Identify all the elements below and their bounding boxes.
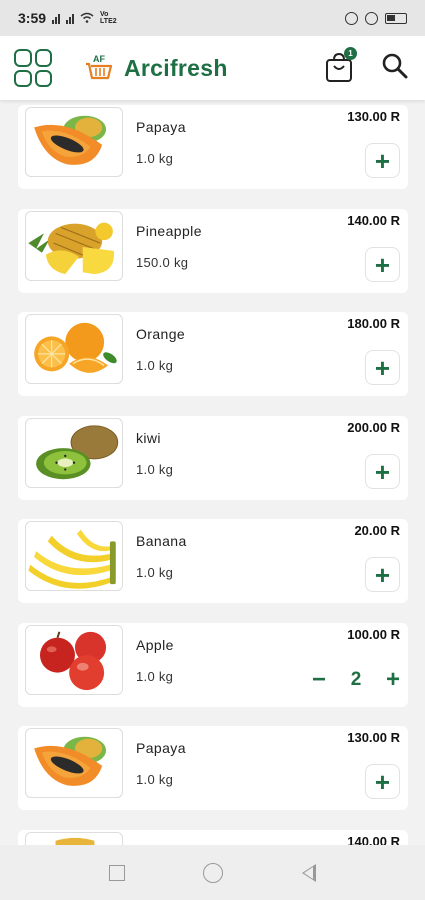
product-image: [25, 625, 123, 695]
quantity-value: 2: [350, 669, 362, 690]
cart-count-badge: 1: [344, 47, 357, 60]
sync-icon: [365, 11, 378, 25]
status-time: 3:59: [18, 10, 47, 26]
banana-image: [28, 529, 116, 589]
product-image: [25, 211, 123, 281]
product-image: [25, 107, 123, 177]
product-card[interactable]: kiwi 1.0 kg 200.00 R +: [18, 416, 408, 500]
alarm-icon: [345, 11, 358, 25]
product-card[interactable]: Apple 1.0 kg 100.00 R − 2 +: [18, 623, 408, 707]
product-card[interactable]: Orange 1.0 kg 180.00 R +: [18, 312, 408, 396]
product-name: kiwi: [136, 430, 161, 446]
papaya-image: [34, 736, 107, 786]
kiwi-image: [36, 425, 119, 480]
decrease-quantity-button[interactable]: −: [308, 668, 330, 692]
search-icon: [382, 53, 408, 79]
product-weight: 1.0 kg: [136, 358, 174, 373]
status-left: 3:59 Vo LTE2: [18, 10, 117, 26]
app-title: Arcifresh: [124, 54, 228, 81]
product-price: 140.00 R: [347, 213, 400, 228]
product-price: 200.00 R: [347, 420, 400, 435]
add-to-cart-button[interactable]: +: [365, 764, 400, 799]
add-to-cart-button[interactable]: +: [365, 454, 400, 489]
product-weight: 1.0 kg: [136, 669, 174, 684]
product-weight: 1.0 kg: [136, 151, 174, 166]
product-name: Papaya: [136, 740, 186, 756]
product-price: 130.00 R: [347, 109, 400, 124]
product-card[interactable]: Papaya 1.0 kg 130.00 R +: [18, 105, 408, 189]
product-weight: 150.0 kg: [136, 255, 189, 270]
product-price: 20.00 R: [354, 523, 400, 538]
recent-apps-icon[interactable]: [109, 864, 126, 881]
product-price: 100.00 R: [347, 627, 400, 642]
battery-icon: [385, 12, 407, 24]
product-name: Banana: [136, 533, 187, 549]
network-label: Vo LTE2: [100, 11, 117, 25]
system-nav-bar: [0, 845, 425, 900]
pineapple-image: [55, 837, 95, 845]
product-name: Apple: [136, 637, 174, 653]
add-to-cart-button[interactable]: +: [365, 557, 400, 592]
wifi-icon: [80, 11, 94, 26]
product-price: 140.00 R: [347, 834, 400, 845]
back-icon[interactable]: [301, 863, 316, 882]
product-card[interactable]: Papaya 1.0 kg 130.00 R +: [18, 726, 408, 810]
product-image: [25, 314, 123, 384]
product-image: [25, 832, 123, 845]
product-name: Papaya: [136, 119, 186, 135]
product-image: [25, 418, 123, 488]
status-right: [345, 11, 407, 25]
signal-icon: [66, 13, 75, 24]
product-card[interactable]: 140.00 R: [18, 830, 408, 845]
pineapple-image: [28, 222, 114, 275]
product-weight: 1.0 kg: [136, 772, 174, 787]
add-to-cart-button[interactable]: +: [365, 143, 400, 178]
product-list: Papaya 1.0 kg 130.00 R + Pineapple 150.0…: [0, 100, 425, 845]
product-image: [25, 521, 123, 591]
quantity-stepper: − 2 +: [308, 667, 404, 693]
brand: AF Arcifresh: [84, 53, 228, 83]
add-to-cart-button[interactable]: +: [365, 350, 400, 385]
product-weight: 1.0 kg: [136, 462, 174, 477]
cart-button[interactable]: 1: [324, 47, 357, 84]
papaya-image: [34, 115, 107, 165]
home-icon[interactable]: [203, 862, 224, 883]
app-header: AF Arcifresh 1: [0, 36, 425, 100]
search-button[interactable]: [381, 52, 411, 82]
product-price: 130.00 R: [347, 730, 400, 745]
orange-image: [34, 322, 117, 373]
add-to-cart-button[interactable]: +: [365, 247, 400, 282]
apple-image: [40, 631, 107, 691]
product-image: [25, 728, 123, 798]
product-name: Pineapple: [136, 223, 202, 239]
basket-logo-icon: AF: [86, 54, 113, 80]
product-price: 180.00 R: [347, 316, 400, 331]
grid-menu-icon[interactable]: [14, 49, 52, 87]
product-card[interactable]: Banana 1.0 kg 20.00 R +: [18, 519, 408, 603]
increase-quantity-button[interactable]: +: [382, 668, 404, 692]
product-name: Orange: [136, 326, 186, 342]
signal-icon: [52, 13, 61, 24]
product-weight: 1.0 kg: [136, 565, 174, 580]
product-card[interactable]: Pineapple 150.0 kg 140.00 R +: [18, 209, 408, 293]
status-bar: 3:59 Vo LTE2: [0, 0, 425, 36]
svg-text:AF: AF: [93, 54, 105, 64]
